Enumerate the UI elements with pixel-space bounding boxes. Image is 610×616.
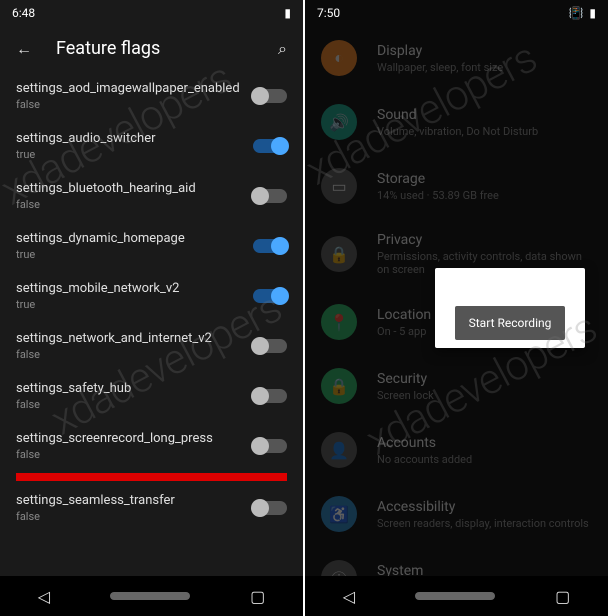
start-recording-button[interactable]: Start Recording bbox=[455, 306, 566, 340]
flag-title: settings_aod_imagewallpaper_enabled bbox=[16, 81, 241, 96]
status-time: 7:50 bbox=[317, 6, 340, 20]
setting-title: Storage bbox=[377, 171, 592, 187]
setting-subtitle: Screen lock bbox=[377, 389, 592, 402]
setting-subtitle: 14% used · 53.89 GB free bbox=[377, 189, 592, 202]
flag-title: settings_mobile_network_v2 bbox=[16, 281, 241, 296]
flag-value: false bbox=[16, 198, 241, 211]
screen-record-popup: Start Recording bbox=[435, 268, 585, 348]
nav-back-icon[interactable]: ◁ bbox=[343, 587, 355, 606]
flag-toggle[interactable] bbox=[253, 501, 287, 515]
flag-row[interactable]: settings_safety_hubfalse bbox=[16, 371, 287, 421]
storage-icon: ▭ bbox=[321, 168, 357, 204]
nav-recent-icon[interactable]: ▢ bbox=[250, 587, 265, 606]
flag-row[interactable]: settings_aod_imagewallpaper_enabledfalse bbox=[16, 71, 287, 121]
setting-row[interactable]: ▭ Storage 14% used · 53.89 GB free bbox=[321, 154, 592, 218]
setting-title: Security bbox=[377, 371, 592, 387]
flag-value: false bbox=[16, 510, 241, 523]
setting-row[interactable]: 🔊 Sound Volume, vibration, Do Not Disturb bbox=[321, 90, 592, 154]
back-icon[interactable]: ← bbox=[16, 39, 32, 59]
battery-icon: ▮ bbox=[589, 6, 596, 20]
security-icon: 🔒 bbox=[321, 368, 357, 404]
flag-row[interactable]: settings_network_and_internet_v2false bbox=[16, 321, 287, 371]
flag-toggle[interactable] bbox=[253, 439, 287, 453]
setting-subtitle: No accounts added bbox=[377, 453, 592, 466]
flag-list: settings_aod_imagewallpaper_enabledfalse… bbox=[0, 71, 303, 533]
screen-feature-flags: 6:48 ▮ ← Feature flags ⌕ settings_aod_im… bbox=[0, 0, 303, 616]
flag-toggle[interactable] bbox=[253, 239, 287, 253]
accessibility-icon: ♿ bbox=[321, 496, 357, 532]
flag-title: settings_screenrecord_long_press bbox=[16, 431, 241, 446]
flag-row[interactable]: settings_bluetooth_hearing_aidfalse bbox=[16, 171, 287, 221]
flag-row[interactable]: settings_dynamic_homepagetrue bbox=[16, 221, 287, 271]
sound-icon: 🔊 bbox=[321, 104, 357, 140]
setting-title: Sound bbox=[377, 107, 592, 123]
setting-row[interactable]: 👤 Accounts No accounts added bbox=[321, 418, 592, 482]
screen-settings: 7:50 📳 ▮ ◐ Display Wallpaper, sleep, font s… bbox=[305, 0, 608, 616]
flag-value: false bbox=[16, 448, 241, 461]
flag-value: false bbox=[16, 348, 241, 361]
flag-toggle[interactable] bbox=[253, 89, 287, 103]
setting-title: Accounts bbox=[377, 435, 592, 451]
battery-icon: ▮ bbox=[284, 6, 291, 20]
flag-toggle[interactable] bbox=[253, 389, 287, 403]
status-time: 6:48 bbox=[12, 6, 35, 20]
flag-title: settings_safety_hub bbox=[16, 381, 241, 396]
page-title: Feature flags bbox=[56, 38, 254, 59]
status-bar: 7:50 📳 ▮ bbox=[305, 0, 608, 26]
setting-row[interactable]: ♿ Accessibility Screen readers, display, i… bbox=[321, 482, 592, 546]
flag-value: false bbox=[16, 98, 241, 111]
setting-subtitle: Wallpaper, sleep, font size bbox=[377, 61, 592, 74]
flag-value: true bbox=[16, 298, 241, 311]
header: ← Feature flags ⌕ bbox=[0, 26, 303, 71]
flag-toggle[interactable] bbox=[253, 139, 287, 153]
flag-toggle[interactable] bbox=[253, 289, 287, 303]
flag-row[interactable]: settings_screenrecord_long_pressfalse bbox=[16, 421, 287, 471]
accounts-icon: 👤 bbox=[321, 432, 357, 468]
nav-bar: ◁ ▢ bbox=[305, 576, 608, 616]
display-icon: ◐ bbox=[321, 40, 357, 76]
flag-value: true bbox=[16, 148, 241, 161]
nav-recent-icon[interactable]: ▢ bbox=[555, 587, 570, 606]
flag-title: settings_seamless_transfer bbox=[16, 493, 241, 508]
nav-home-pill[interactable] bbox=[415, 592, 495, 600]
flag-title: settings_bluetooth_hearing_aid bbox=[16, 181, 241, 196]
nav-back-icon[interactable]: ◁ bbox=[38, 587, 50, 606]
privacy-icon: 🔒 bbox=[321, 236, 357, 272]
flag-toggle[interactable] bbox=[253, 339, 287, 353]
status-bar: 6:48 ▮ bbox=[0, 0, 303, 26]
setting-title: Privacy bbox=[377, 232, 592, 248]
setting-title: Accessibility bbox=[377, 499, 592, 515]
setting-row[interactable]: 🔒 Security Screen lock bbox=[321, 354, 592, 418]
setting-subtitle: Screen readers, display, interaction con… bbox=[377, 517, 592, 530]
flag-title: settings_network_and_internet_v2 bbox=[16, 331, 241, 346]
setting-row[interactable]: ◐ Display Wallpaper, sleep, font size bbox=[321, 26, 592, 90]
search-icon[interactable]: ⌕ bbox=[278, 39, 287, 59]
flag-row[interactable]: settings_mobile_network_v2true bbox=[16, 271, 287, 321]
setting-subtitle: Volume, vibration, Do Not Disturb bbox=[377, 125, 592, 138]
flag-toggle[interactable] bbox=[253, 189, 287, 203]
setting-title: Display bbox=[377, 43, 592, 59]
flag-value: true bbox=[16, 248, 241, 261]
flag-value: false bbox=[16, 398, 241, 411]
flag-title: settings_dynamic_homepage bbox=[16, 231, 241, 246]
vibrate-icon: 📳 bbox=[568, 6, 583, 20]
flag-row[interactable]: settings_audio_switchertrue bbox=[16, 121, 287, 171]
flag-row[interactable]: settings_seamless_transferfalse bbox=[16, 483, 287, 533]
highlight-mark bbox=[16, 473, 287, 481]
flag-title: settings_audio_switcher bbox=[16, 131, 241, 146]
nav-home-pill[interactable] bbox=[110, 592, 190, 600]
nav-bar: ◁ ▢ bbox=[0, 576, 303, 616]
location-icon: 📍 bbox=[321, 304, 357, 340]
